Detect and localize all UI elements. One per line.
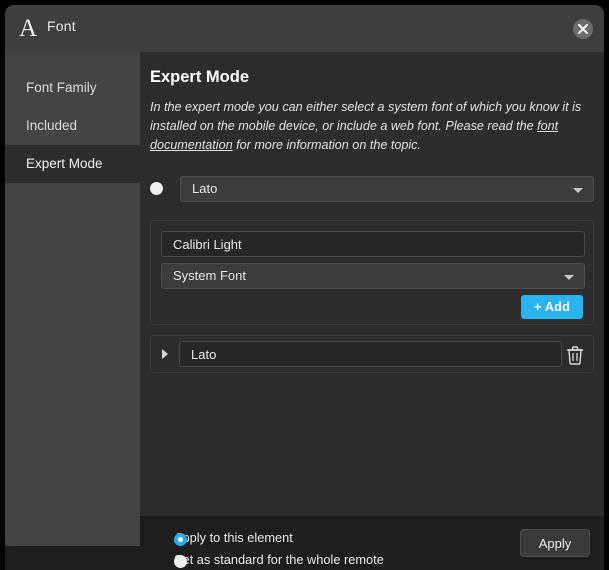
font-list-item	[150, 335, 594, 373]
sidebar-item-expert-mode[interactable]: Expert Mode	[5, 145, 140, 183]
apply-button[interactable]: Apply	[520, 529, 590, 557]
chevron-right-icon[interactable]	[162, 349, 168, 359]
add-font-panel: System Font + Add	[150, 220, 594, 325]
footer: Apply to this element Set as standard fo…	[140, 516, 604, 570]
apply-scope-remote-option[interactable]: Set as standard for the whole remote	[152, 552, 384, 568]
page-description: In the expert mode you can either select…	[150, 98, 590, 155]
apply-scope-element-option[interactable]: Apply to this element	[152, 530, 293, 546]
system-font-radio[interactable]	[150, 182, 163, 195]
page-title: Expert Mode	[150, 68, 250, 86]
titlebar: A Font	[5, 5, 604, 52]
sidebar-item-included[interactable]: Included	[5, 107, 140, 145]
font-type-dropdown-value: System Font	[173, 268, 246, 283]
sidebar-item-font-family[interactable]: Font Family	[5, 69, 140, 107]
plus-icon: +	[533, 300, 542, 314]
font-name-input[interactable]	[161, 231, 585, 257]
sidebar-item-label: Expert Mode	[26, 156, 103, 171]
description-text-start: In the expert mode you can either select…	[150, 100, 582, 133]
sidebar-item-label: Font Family	[26, 80, 97, 95]
system-font-dropdown-value: Lato	[192, 181, 218, 196]
font-A-icon: A	[18, 15, 38, 42]
font-list-item-input[interactable]	[179, 341, 562, 367]
close-icon[interactable]	[573, 19, 593, 39]
sidebar: Font Family Included Expert Mode	[5, 52, 140, 546]
apply-scope-element-radio[interactable]	[174, 533, 187, 546]
main-content: Expert Mode In the expert mode you can e…	[140, 52, 604, 516]
chevron-down-icon	[564, 275, 574, 280]
system-font-row: Lato	[150, 170, 594, 208]
description-text-end: for more information on the topic.	[232, 138, 421, 152]
add-button-label: Add	[544, 300, 571, 314]
apply-scope-remote-label: Set as standard for the whole remote	[174, 552, 384, 567]
apply-scope-element-label: Apply to this element	[174, 530, 293, 545]
window-title: Font	[47, 18, 76, 34]
sidebar-item-label: Included	[26, 118, 78, 133]
font-type-dropdown[interactable]: System Font	[161, 263, 585, 289]
footer-left-filler	[5, 546, 140, 570]
chevron-down-icon	[573, 188, 583, 193]
trash-icon[interactable]	[566, 345, 584, 365]
font-dialog-window: A Font Font Family Included Expert Mode …	[5, 5, 604, 570]
add-font-button[interactable]: + Add	[521, 295, 583, 319]
apply-scope-remote-radio[interactable]	[174, 555, 187, 568]
system-font-dropdown[interactable]: Lato	[180, 176, 594, 202]
